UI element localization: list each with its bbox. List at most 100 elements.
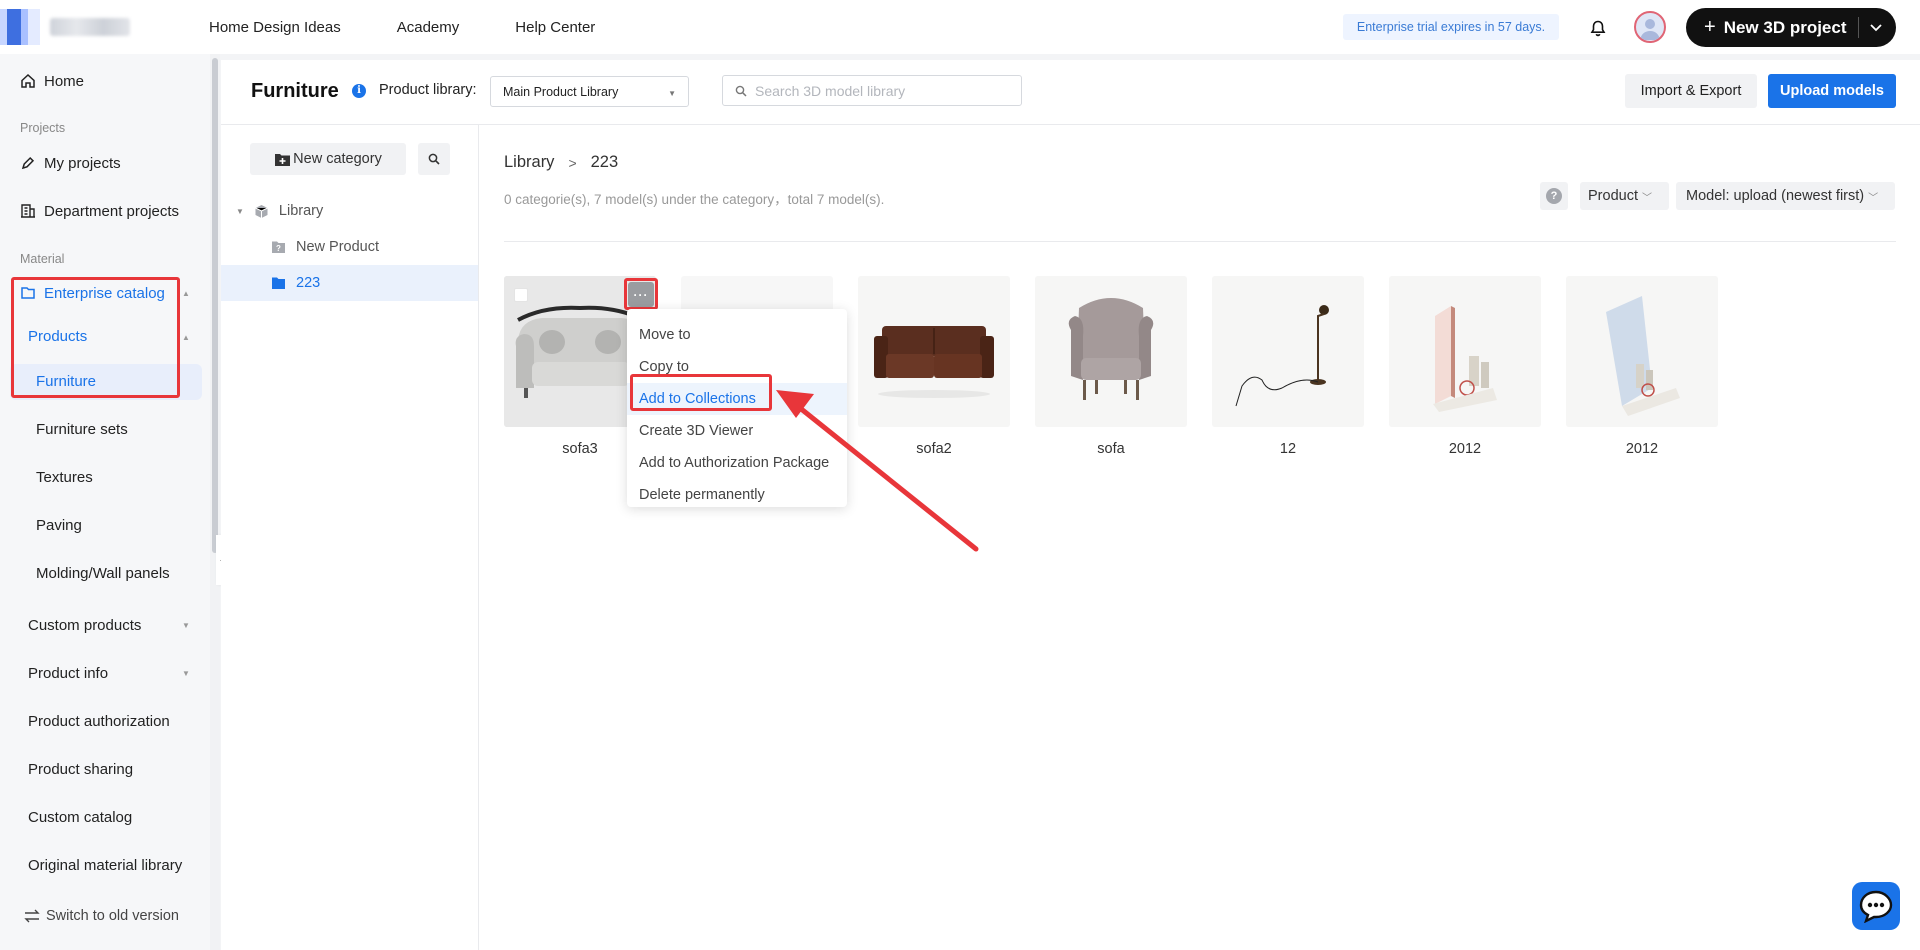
sidebar-item-department-projects[interactable]: Department projects — [20, 193, 179, 229]
menu-item-add-to-authorization-package[interactable]: Add to Authorization Package — [627, 447, 847, 479]
sidebar-item-furniture-sets[interactable]: Furniture sets — [36, 411, 128, 447]
tree-node-label: New Product — [296, 239, 380, 255]
dropdown-caret-icon: ▼ — [668, 89, 676, 98]
model-search-box[interactable] — [722, 75, 1022, 106]
model-name: 12 — [1279, 441, 1297, 457]
sidebar-item-original-material-library[interactable]: Original material library — [28, 847, 182, 883]
sidebar-item-label: Home — [44, 72, 85, 90]
menu-item-create-3d-viewer[interactable]: Create 3D Viewer — [627, 415, 847, 447]
sidebar-item-label: My projects — [44, 154, 121, 172]
chat-bubble-icon — [1859, 890, 1893, 923]
plus-icon: + — [1704, 16, 1716, 38]
new-category-button[interactable]: New category — [250, 143, 406, 175]
sidebar-group-projects: Projects — [20, 121, 66, 135]
floor-lamp-image — [1212, 276, 1364, 427]
button-separator — [1858, 17, 1859, 38]
home-icon — [21, 73, 35, 88]
sidebar-item-home[interactable]: Home — [20, 63, 84, 99]
help-button[interactable]: ? — [1540, 182, 1568, 210]
question-icon: ? — [1546, 188, 1562, 204]
model-card-sofa[interactable]: sofa — [1035, 276, 1187, 457]
notification-bell-icon[interactable] — [1584, 14, 1612, 42]
brand-logo[interactable] — [0, 9, 140, 45]
search-icon — [735, 85, 747, 97]
folder-icon — [272, 277, 285, 289]
model-name: 2012 — [1625, 441, 1659, 457]
logo-text-blurred — [50, 18, 130, 36]
sidebar-item-label: Department projects — [44, 202, 180, 220]
caret-down-icon[interactable]: ▼ — [182, 621, 190, 630]
folder-plus-icon — [275, 153, 291, 166]
model-name: sofa — [1097, 441, 1125, 457]
model-thumbnail[interactable] — [1566, 276, 1718, 427]
menu-item-move-to[interactable]: Move to — [627, 319, 847, 351]
page-title: Furniture — [251, 80, 339, 102]
product-library-value: Main Product Library — [503, 84, 619, 99]
sidebar-item-paving[interactable]: Paving — [36, 507, 82, 543]
model-thumbnail[interactable] — [1212, 276, 1364, 427]
switch-old-version-link[interactable]: Switch to old version — [24, 908, 179, 924]
caret-up-icon[interactable]: ▲ — [182, 333, 190, 342]
product-library-select[interactable]: Main Product Library ▼ — [490, 76, 689, 107]
chevron-right-icon: > — [568, 154, 577, 171]
sort-dropdown[interactable]: Model: upload (newest first) ﹀ — [1676, 182, 1895, 210]
model-card-12[interactable]: 12 — [1212, 276, 1364, 457]
breadcrumb-current: 223 — [590, 153, 619, 171]
user-avatar[interactable] — [1634, 11, 1666, 43]
search-input[interactable] — [755, 82, 1015, 99]
sidebar-scrollbar-thumb[interactable] — [212, 58, 218, 553]
nav-link-home-design-ideas[interactable]: Home Design Ideas — [209, 19, 341, 36]
model-card-2012-a[interactable]: 2012 — [1389, 276, 1541, 457]
annotation-highlight-box — [624, 278, 658, 310]
cube-icon — [255, 204, 268, 218]
brown-sofa-image — [858, 276, 1010, 427]
chevron-down-icon[interactable] — [1868, 19, 1884, 35]
tree-node-new-product[interactable]: ? New Product — [271, 229, 379, 265]
tree-search-button[interactable] — [418, 143, 450, 175]
new-3d-project-button[interactable]: + New 3D project — [1686, 8, 1896, 47]
tree-node-library[interactable]: ▼ Library — [236, 193, 323, 229]
tree-expand-caret-icon[interactable]: ▼ — [236, 207, 244, 216]
sidebar-item-product-authorization[interactable]: Product authorization — [28, 703, 170, 739]
sidebar-item-product-sharing[interactable]: Product sharing — [28, 751, 133, 787]
sidebar-item-textures[interactable]: Textures — [36, 459, 93, 495]
caret-down-icon[interactable]: ▼ — [182, 669, 190, 678]
decor-set-image — [1389, 276, 1541, 427]
caret-up-icon[interactable]: ▲ — [182, 289, 190, 298]
chat-support-button[interactable] — [1852, 882, 1900, 930]
sidebar-item-my-projects[interactable]: My projects — [20, 145, 121, 181]
switch-arrows-icon — [24, 909, 40, 923]
sidebar-item-custom-products[interactable]: Custom products — [28, 607, 141, 643]
product-library-label: Product library: — [379, 82, 477, 98]
nav-link-help-center[interactable]: Help Center — [515, 19, 595, 36]
tree-node-label: Library — [278, 203, 324, 219]
info-icon[interactable]: i — [352, 84, 366, 98]
breadcrumb: Library > 223 — [504, 153, 618, 172]
model-thumbnail[interactable] — [1389, 276, 1541, 427]
select-checkbox[interactable] — [514, 288, 528, 302]
decor-panel-image — [1566, 276, 1718, 427]
sidebar-item-custom-catalog[interactable]: Custom catalog — [28, 799, 132, 835]
sidebar-item-molding-wall-panels[interactable]: Molding/Wall panels — [36, 555, 170, 591]
new-project-label: New 3D project — [1723, 17, 1847, 37]
model-thumbnail[interactable] — [858, 276, 1010, 427]
breadcrumb-library[interactable]: Library — [504, 153, 554, 172]
svg-text:?: ? — [276, 244, 281, 253]
sort-value: Model: upload (newest first) — [1686, 188, 1865, 204]
model-name: 2012 — [1448, 441, 1482, 457]
nav-link-academy[interactable]: Academy — [397, 19, 460, 36]
model-card-2012-b[interactable]: 2012 — [1566, 276, 1718, 457]
model-thumbnail[interactable] — [1035, 276, 1187, 427]
trial-banner[interactable]: Enterprise trial expires in 57 days. — [1343, 14, 1559, 40]
tree-node-223[interactable]: 223 — [271, 265, 320, 301]
category-summary: 0 categorie(s), 7 model(s) under the cat… — [504, 192, 885, 207]
product-filter-dropdown[interactable]: Product ﹀ — [1580, 182, 1669, 210]
armchair-image — [1035, 276, 1187, 427]
upload-models-button[interactable]: Upload models — [1768, 74, 1896, 108]
model-card-sofa2[interactable]: sofa2 — [858, 276, 1010, 457]
sidebar-item-product-info[interactable]: Product info — [28, 655, 108, 691]
model-name: sofa2 — [916, 441, 952, 457]
menu-item-delete-permanently[interactable]: Delete permanently — [627, 479, 847, 511]
import-export-button[interactable]: Import & Export — [1625, 74, 1757, 108]
logo-mark-icon — [0, 9, 40, 45]
